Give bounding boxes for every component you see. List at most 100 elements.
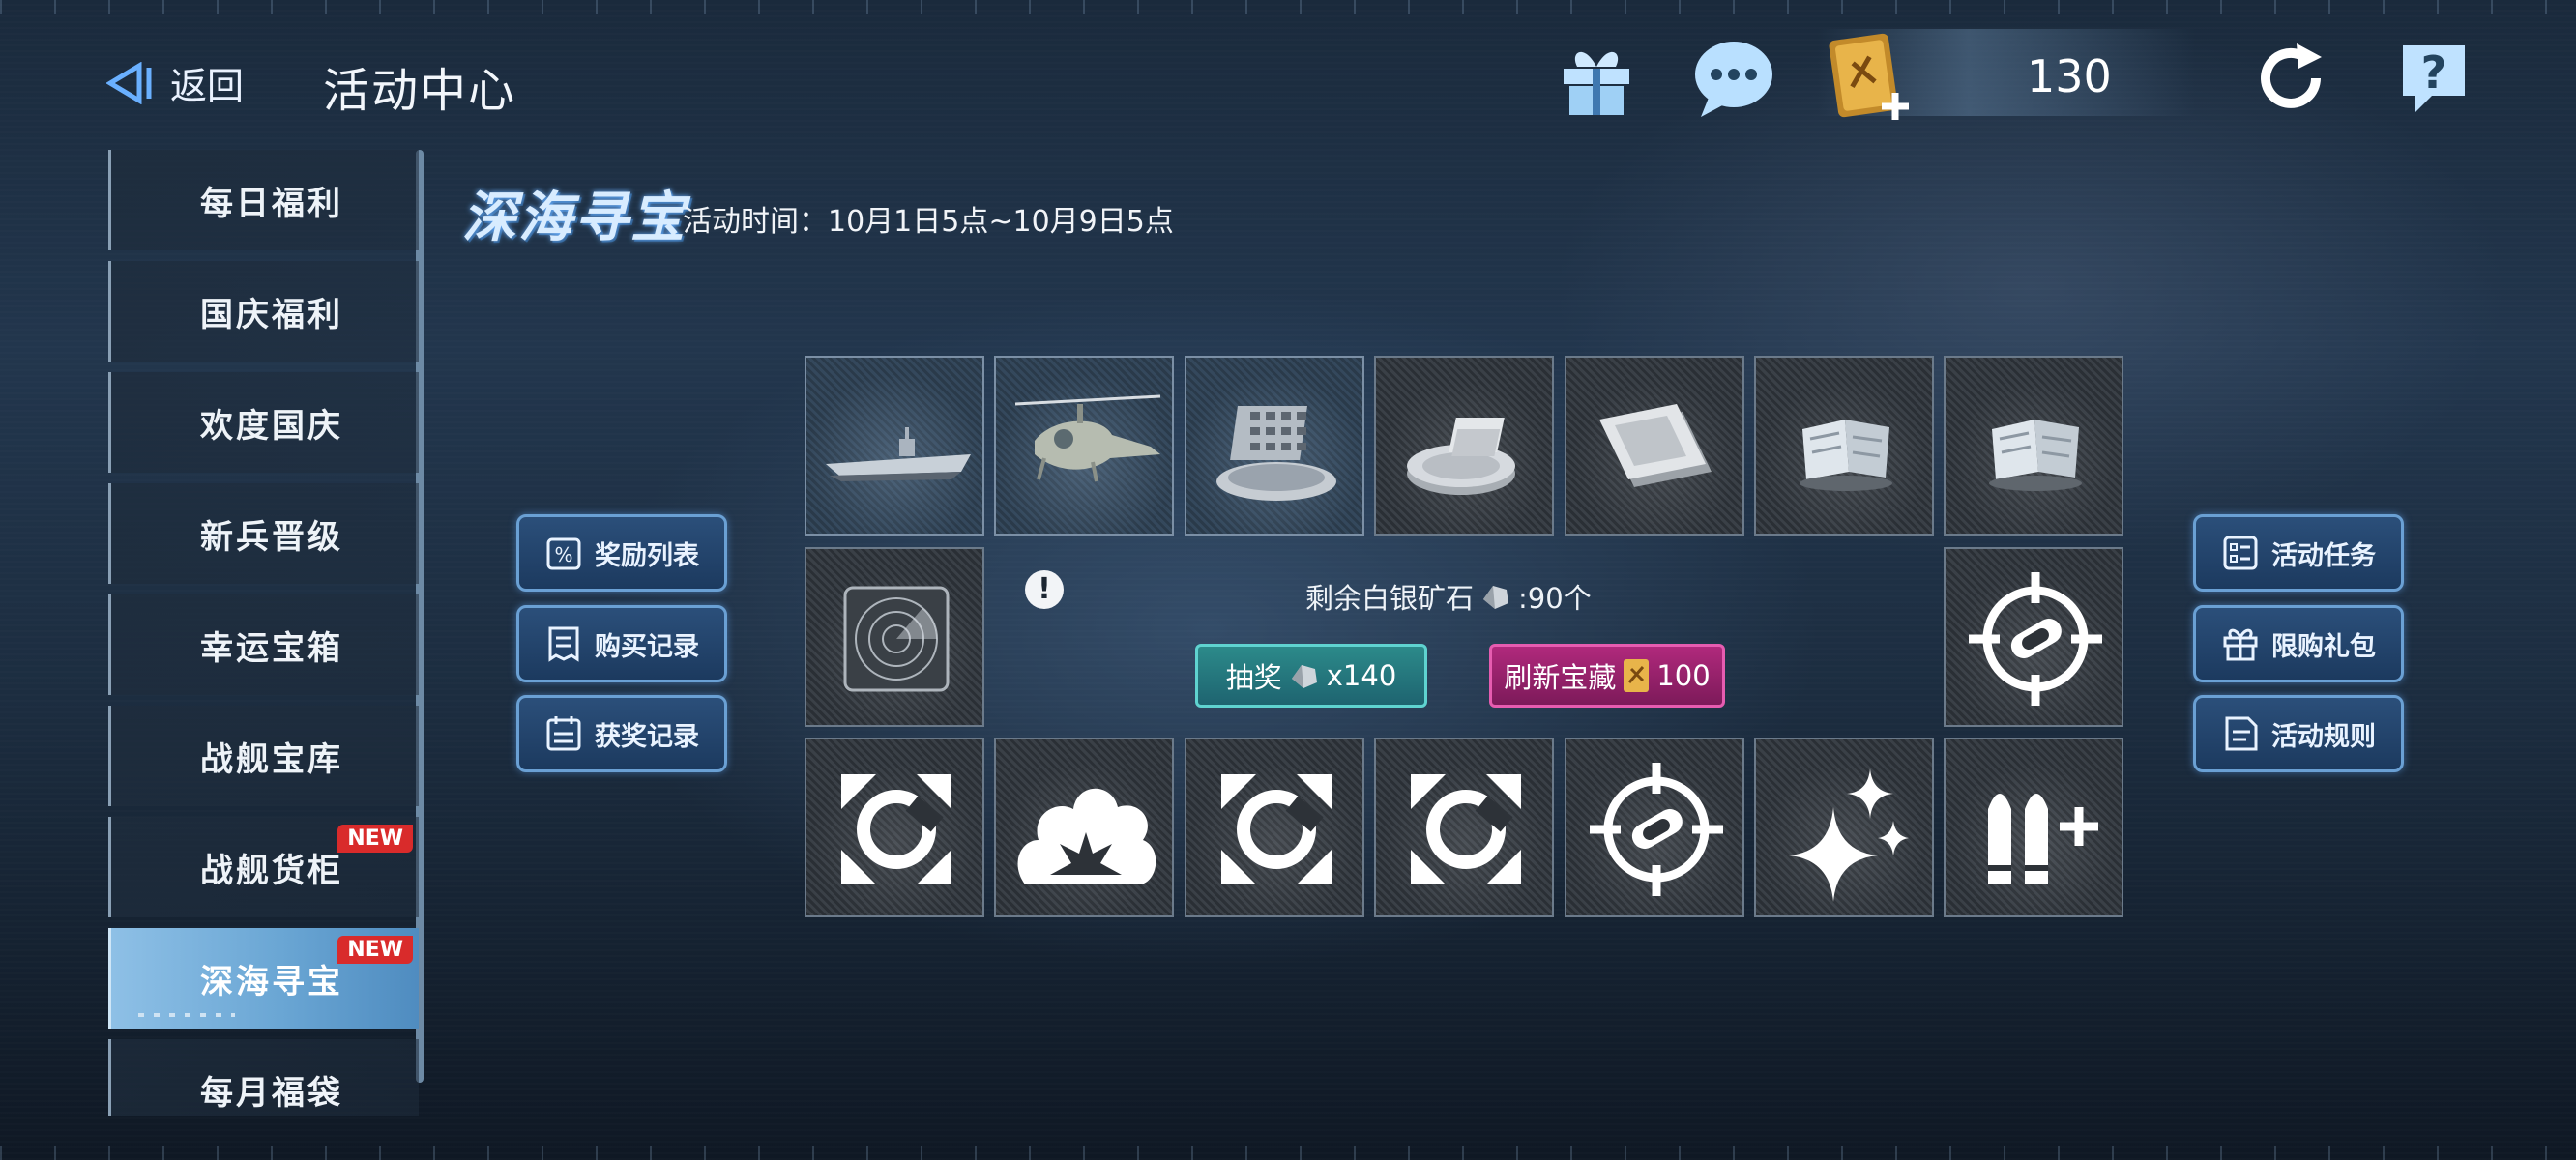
sidebar-item-deep-sea-treasure[interactable]: 深海寻宝 NEW bbox=[108, 928, 419, 1029]
chat-bubble-icon bbox=[1695, 42, 1772, 117]
target-missile-icon bbox=[1590, 763, 1723, 896]
prize-record-button[interactable]: 获奖记录 bbox=[516, 695, 727, 772]
sidebar-item-label: 深海寻宝 bbox=[200, 963, 343, 1001]
treasure-card-icon bbox=[1624, 659, 1650, 692]
remaining-ore-label: 剩余白银矿石 bbox=[1305, 582, 1475, 615]
event-time: 活动时间：10月1日5点~10月9日5点 bbox=[683, 205, 1174, 239]
sidebar-item-lucky-chest[interactable]: 幸运宝箱 bbox=[108, 594, 419, 695]
repair-wrench-icon bbox=[841, 774, 951, 884]
calendar-icon bbox=[546, 716, 581, 751]
ammo-plus-icon bbox=[1988, 794, 2098, 884]
reward-cell-aircraft-carrier[interactable] bbox=[805, 356, 984, 536]
sidebar-item-label: 每日福利 bbox=[200, 185, 343, 223]
gift-box-icon bbox=[2223, 628, 2258, 661]
new-badge: NEW bbox=[337, 825, 413, 853]
explosion-icon bbox=[1017, 788, 1156, 884]
refresh-treasure-cost: 100 bbox=[1656, 659, 1711, 692]
purchase-record-label: 购买记录 bbox=[595, 631, 699, 662]
sidebar-item-monthly-bag[interactable]: 每月福袋 bbox=[108, 1039, 419, 1116]
repair-wrench-icon bbox=[1221, 774, 1332, 884]
remaining-ore: 剩余白银矿石 :90个 bbox=[1305, 576, 1592, 617]
discount-tag-icon: % bbox=[546, 537, 581, 570]
sidebar-item-label: 幸运宝箱 bbox=[200, 629, 343, 668]
reward-cell-repair[interactable] bbox=[1374, 738, 1554, 917]
remaining-ore-count: :90个 bbox=[1518, 582, 1592, 615]
info-icon[interactable]: ! bbox=[1025, 570, 1064, 609]
treasure-card-icon bbox=[1829, 33, 1909, 120]
sidebar: 每日福利 国庆福利 欢度国庆 新兵晋级 幸运宝箱 战舰宝库 战舰货柜 NEW 深… bbox=[108, 150, 424, 1116]
bottom-ruler-decoration bbox=[0, 1146, 2576, 1160]
treasure-card-add-button[interactable] bbox=[1822, 29, 1918, 126]
rocket-launcher-icon bbox=[1216, 406, 1336, 501]
event-tasks-button[interactable]: 活动任务 bbox=[2193, 514, 2404, 592]
reward-cell-target-missile[interactable] bbox=[1944, 547, 2123, 727]
reward-cell-ice-ore[interactable] bbox=[1944, 356, 2123, 536]
reward-cell-radar[interactable] bbox=[805, 547, 984, 727]
sidebar-item-label: 战舰宝库 bbox=[200, 740, 343, 779]
silver-plates-icon bbox=[1599, 404, 1712, 487]
gift-icon bbox=[1564, 51, 1629, 115]
checklist-icon bbox=[2223, 536, 2258, 570]
help-button[interactable]: ? bbox=[2390, 35, 2477, 122]
back-button[interactable]: 返回 bbox=[106, 56, 244, 109]
ice-ore-icon bbox=[1800, 420, 1892, 491]
draw-label: 抽奖 bbox=[1225, 661, 1282, 694]
svg-text:%: % bbox=[554, 543, 572, 566]
help-icon: ? bbox=[2403, 45, 2465, 113]
event-tasks-label: 活动任务 bbox=[2271, 540, 2376, 571]
top-ruler-decoration bbox=[0, 0, 2576, 14]
radar-icon bbox=[843, 586, 950, 692]
event-rules-button[interactable]: 活动规则 bbox=[2193, 695, 2404, 772]
refresh-button[interactable] bbox=[2249, 35, 2336, 122]
reward-cell-silver-plates[interactable] bbox=[1565, 356, 1744, 536]
new-badge: NEW bbox=[337, 936, 413, 964]
limited-pack-label: 限购礼包 bbox=[2271, 631, 2376, 662]
draw-button[interactable]: 抽奖 x140 bbox=[1195, 644, 1427, 708]
document-icon bbox=[2225, 716, 2258, 751]
back-label: 返回 bbox=[170, 65, 245, 107]
target-missile-icon bbox=[1969, 572, 2102, 706]
sidebar-item-daily-welfare[interactable]: 每日福利 bbox=[108, 150, 419, 250]
receipt-icon bbox=[548, 626, 579, 662]
currency-value: 130 bbox=[2027, 50, 2112, 102]
chat-button[interactable] bbox=[1690, 35, 1777, 122]
sidebar-item-warship-vault[interactable]: 战舰宝库 bbox=[108, 706, 419, 806]
ice-ore-icon bbox=[1989, 420, 2082, 491]
reward-cell-explosion[interactable] bbox=[994, 738, 1174, 917]
prize-record-label: 获奖记录 bbox=[595, 721, 699, 752]
reward-cell-ammo[interactable] bbox=[1944, 738, 2123, 917]
sparkle-icon bbox=[1789, 768, 1909, 902]
reward-cell-attack-helicopter[interactable] bbox=[994, 356, 1174, 536]
reward-list-button[interactable]: % 奖励列表 bbox=[516, 514, 727, 592]
purchase-record-button[interactable]: 购买记录 bbox=[516, 605, 727, 682]
limited-pack-button[interactable]: 限购礼包 bbox=[2193, 605, 2404, 682]
sidebar-item-label: 欢度国庆 bbox=[200, 407, 343, 446]
reward-cell-silver-coins[interactable] bbox=[1374, 356, 1554, 536]
page-title: 活动中心 bbox=[323, 64, 517, 118]
reward-list-label: 奖励列表 bbox=[595, 540, 699, 571]
sidebar-item-recruit-promotion[interactable]: 新兵晋级 bbox=[108, 483, 419, 584]
sidebar-item-warship-container[interactable]: 战舰货柜 NEW bbox=[108, 817, 419, 917]
repair-wrench-icon bbox=[1411, 774, 1521, 884]
aircraft-carrier-icon bbox=[826, 427, 971, 481]
event-rules-label: 活动规则 bbox=[2271, 721, 2376, 752]
gift-button[interactable] bbox=[1553, 35, 1640, 122]
refresh-icon bbox=[2261, 44, 2322, 108]
silver-ore-icon bbox=[1291, 665, 1317, 688]
svg-text:?: ? bbox=[2421, 46, 2447, 99]
sidebar-item-national-day-welfare[interactable]: 国庆福利 bbox=[108, 261, 419, 362]
refresh-treasure-button[interactable]: 刷新宝藏 100 bbox=[1489, 644, 1725, 708]
sidebar-item-label: 国庆福利 bbox=[200, 296, 343, 334]
sidebar-item-celebrate-national-day[interactable]: 欢度国庆 bbox=[108, 372, 419, 473]
event-title: 深海寻宝 bbox=[462, 187, 687, 249]
attack-helicopter-icon bbox=[1014, 394, 1161, 482]
draw-cost: x140 bbox=[1326, 659, 1397, 692]
reward-cell-ice-ore[interactable] bbox=[1754, 356, 1934, 536]
sidebar-item-label: 战舰货柜 bbox=[200, 852, 343, 890]
reward-cell-target-missile[interactable] bbox=[1565, 738, 1744, 917]
reward-cell-rocket-launcher[interactable] bbox=[1185, 356, 1364, 536]
back-arrow-icon bbox=[106, 61, 152, 104]
reward-cell-sparkle[interactable] bbox=[1754, 738, 1934, 917]
reward-cell-repair[interactable] bbox=[1185, 738, 1364, 917]
reward-cell-repair[interactable] bbox=[805, 738, 984, 917]
